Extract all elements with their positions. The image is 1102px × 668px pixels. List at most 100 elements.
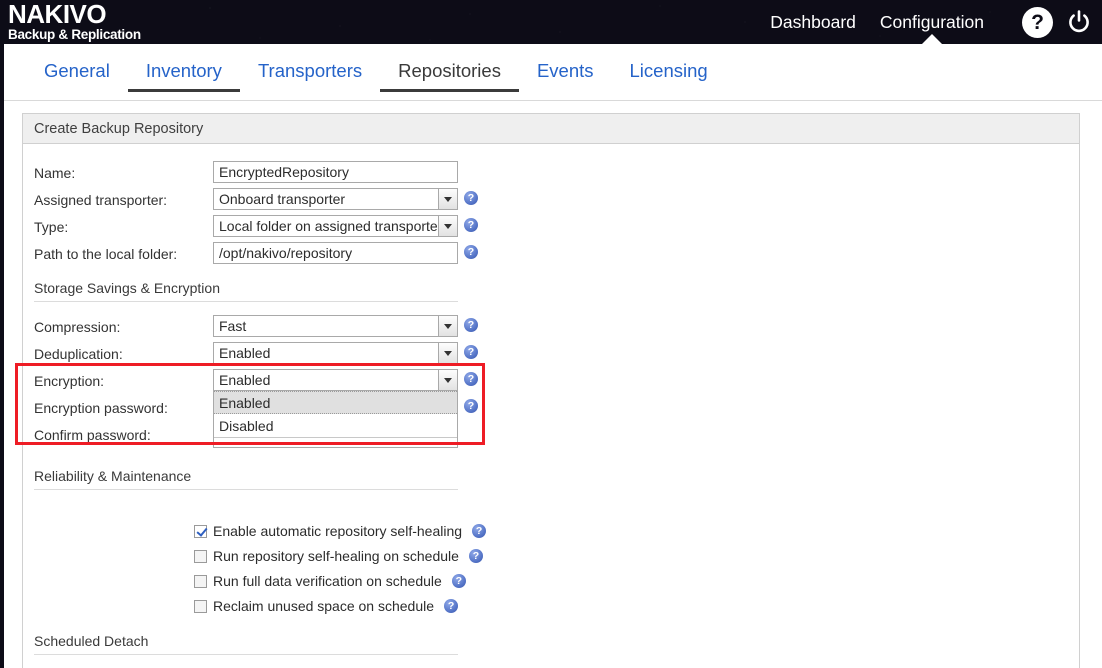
- help-icon-self-healing-schedule[interactable]: ?: [468, 549, 483, 563]
- panel-title-text: Create Backup Repository: [34, 120, 204, 137]
- panel-title: Create Backup Repository: [23, 114, 1079, 144]
- field-row-compression: Compression:: [34, 315, 120, 338]
- checkbox-data-verification[interactable]: [194, 574, 207, 588]
- power-icon[interactable]: [1063, 7, 1094, 38]
- section-heading-storage-text: Storage Savings & Encryption: [34, 280, 220, 296]
- label-assigned-transporter: Assigned transporter:: [34, 191, 168, 208]
- help-icon-assigned-transporter[interactable]: ?: [464, 191, 478, 205]
- tab-general[interactable]: General: [26, 60, 128, 92]
- select-compression[interactable]: Fast: [213, 315, 458, 337]
- help-icon-encryption[interactable]: ?: [464, 372, 478, 386]
- checkbox-label-self-healing: Enable automatic repository self-healing: [213, 523, 463, 539]
- field-row-type: Type:: [34, 215, 68, 238]
- section-heading-detach-text: Scheduled Detach: [34, 633, 149, 649]
- section-heading-detach: Scheduled Detach: [34, 633, 148, 649]
- section-heading-reliability-text: Reliability & Maintenance: [34, 468, 192, 484]
- label-deduplication: Deduplication:: [34, 345, 123, 362]
- chevron-down-icon[interactable]: [438, 189, 457, 209]
- tab-transporters[interactable]: Transporters: [240, 60, 380, 92]
- application-window: NAKIVO Backup & Replication Dashboard Co…: [0, 0, 1102, 668]
- select-type[interactable]: Local folder on assigned transporter: [213, 215, 458, 237]
- tab-events[interactable]: Events: [519, 60, 612, 92]
- dropdown-option-disabled-label: Disabled: [219, 417, 274, 434]
- section-heading-reliability: Reliability & Maintenance: [34, 468, 191, 484]
- label-confirm-password: Confirm password:: [34, 426, 151, 443]
- help-icon-type[interactable]: ?: [464, 218, 478, 232]
- tab-repositories[interactable]: Repositories: [380, 60, 519, 92]
- create-backup-repository-panel: Create Backup Repository Name: Encrypted…: [15, 113, 1080, 668]
- select-assigned-transporter-value: Onboard transporter: [219, 191, 346, 207]
- checkbox-row-reclaim-space[interactable]: Reclaim unused space on schedule ?: [194, 598, 459, 614]
- help-icon-reclaim-space[interactable]: ?: [444, 599, 459, 613]
- dropdown-option-enabled-label: Enabled: [219, 394, 271, 411]
- tab-list: General Inventory Transporters Repositor…: [26, 60, 726, 92]
- field-row-encryption: Encryption:: [34, 369, 104, 392]
- select-compression-value: Fast: [219, 318, 247, 334]
- select-type-value: Local folder on assigned transporter: [219, 218, 443, 234]
- dropdown-option-enabled[interactable]: Enabled: [214, 391, 457, 414]
- tab-bar: General Inventory Transporters Repositor…: [4, 44, 1102, 101]
- input-path[interactable]: /opt/nakivo/repository: [213, 242, 458, 264]
- top-nav-item-dashboard[interactable]: Dashboard: [770, 0, 856, 44]
- active-nav-pointer-triangle-icon: [920, 34, 943, 44]
- section-heading-storage: Storage Savings & Encryption: [34, 280, 220, 296]
- chevron-down-icon[interactable]: [438, 316, 457, 336]
- select-deduplication-value: Enabled: [219, 345, 271, 361]
- label-encryption: Encryption:: [34, 372, 105, 389]
- checkbox-label-self-healing-schedule: Run repository self-healing on schedule: [213, 548, 459, 564]
- field-row-name: Name:: [34, 161, 75, 184]
- chevron-down-icon[interactable]: [438, 343, 457, 363]
- checkbox-self-healing-schedule[interactable]: [194, 549, 207, 563]
- select-encryption-value: Enabled: [219, 372, 271, 388]
- input-path-value: /opt/nakivo/repository: [219, 245, 353, 261]
- top-nav-link-dashboard[interactable]: Dashboard: [770, 12, 856, 32]
- select-deduplication[interactable]: Enabled: [213, 342, 458, 364]
- input-name[interactable]: EncryptedRepository: [213, 161, 458, 183]
- field-row-confirm-password: Confirm password:: [34, 423, 151, 446]
- checkbox-row-self-healing[interactable]: Enable automatic repository self-healing…: [194, 523, 487, 539]
- section-divider-reliability: [34, 489, 458, 490]
- field-row-assigned-transporter: Assigned transporter:: [34, 188, 167, 211]
- dropdown-list-encryption[interactable]: Enabled Disabled: [213, 391, 458, 448]
- help-icon[interactable]: ?: [1022, 6, 1053, 38]
- help-icon-deduplication[interactable]: ?: [464, 345, 478, 359]
- checkbox-reclaim-space[interactable]: [194, 599, 207, 613]
- checkbox-label-reclaim-space: Reclaim unused space on schedule: [213, 598, 435, 614]
- help-icon-path[interactable]: ?: [464, 245, 478, 259]
- label-compression: Compression:: [34, 318, 121, 335]
- help-icon-glyph: ?: [1031, 10, 1044, 34]
- section-divider-storage: [34, 301, 458, 302]
- checkbox-label-data-verification: Run full data verification on schedule: [213, 573, 442, 589]
- help-icon-data-verification[interactable]: ?: [451, 574, 466, 588]
- dropdown-option-disabled[interactable]: Disabled: [214, 414, 457, 437]
- help-icon-encryption-password[interactable]: ?: [464, 399, 478, 413]
- nakivo-logo[interactable]: NAKIVO Backup & Replication: [8, 1, 141, 42]
- chevron-down-icon[interactable]: [438, 216, 457, 236]
- help-icon-self-healing[interactable]: ?: [472, 524, 487, 538]
- top-nav-item-configuration[interactable]: Configuration: [880, 0, 984, 44]
- logo-tagline: Backup & Replication: [8, 27, 141, 42]
- checkbox-self-healing[interactable]: [194, 524, 207, 538]
- label-type: Type:: [34, 218, 69, 235]
- checkbox-row-data-verification[interactable]: Run full data verification on schedule ?: [194, 573, 466, 589]
- section-divider-detach: [34, 654, 458, 655]
- field-row-encryption-password: Encryption password:: [34, 396, 168, 419]
- tab-licensing[interactable]: Licensing: [612, 60, 726, 92]
- chevron-down-icon[interactable]: [438, 370, 457, 390]
- dropdown-list-footer: [214, 437, 457, 447]
- field-row-deduplication: Deduplication:: [34, 342, 123, 365]
- field-row-path: Path to the local folder:: [34, 242, 177, 265]
- label-name: Name:: [34, 164, 76, 181]
- top-nav-link-configuration[interactable]: Configuration: [880, 12, 984, 32]
- tab-inventory[interactable]: Inventory: [127, 60, 240, 92]
- help-icon-compression[interactable]: ?: [464, 318, 478, 332]
- input-name-value: EncryptedRepository: [219, 164, 349, 180]
- checkbox-row-self-healing-schedule[interactable]: Run repository self-healing on schedule …: [194, 548, 483, 564]
- top-header-bar: NAKIVO Backup & Replication Dashboard Co…: [0, 0, 1102, 44]
- top-icon-group: ?: [1022, 0, 1094, 44]
- select-assigned-transporter[interactable]: Onboard transporter: [213, 188, 458, 210]
- select-encryption[interactable]: Enabled: [213, 369, 458, 391]
- label-path: Path to the local folder:: [34, 245, 178, 262]
- logo-brand-name: NAKIVO: [8, 0, 107, 29]
- left-dark-strip: [0, 44, 4, 668]
